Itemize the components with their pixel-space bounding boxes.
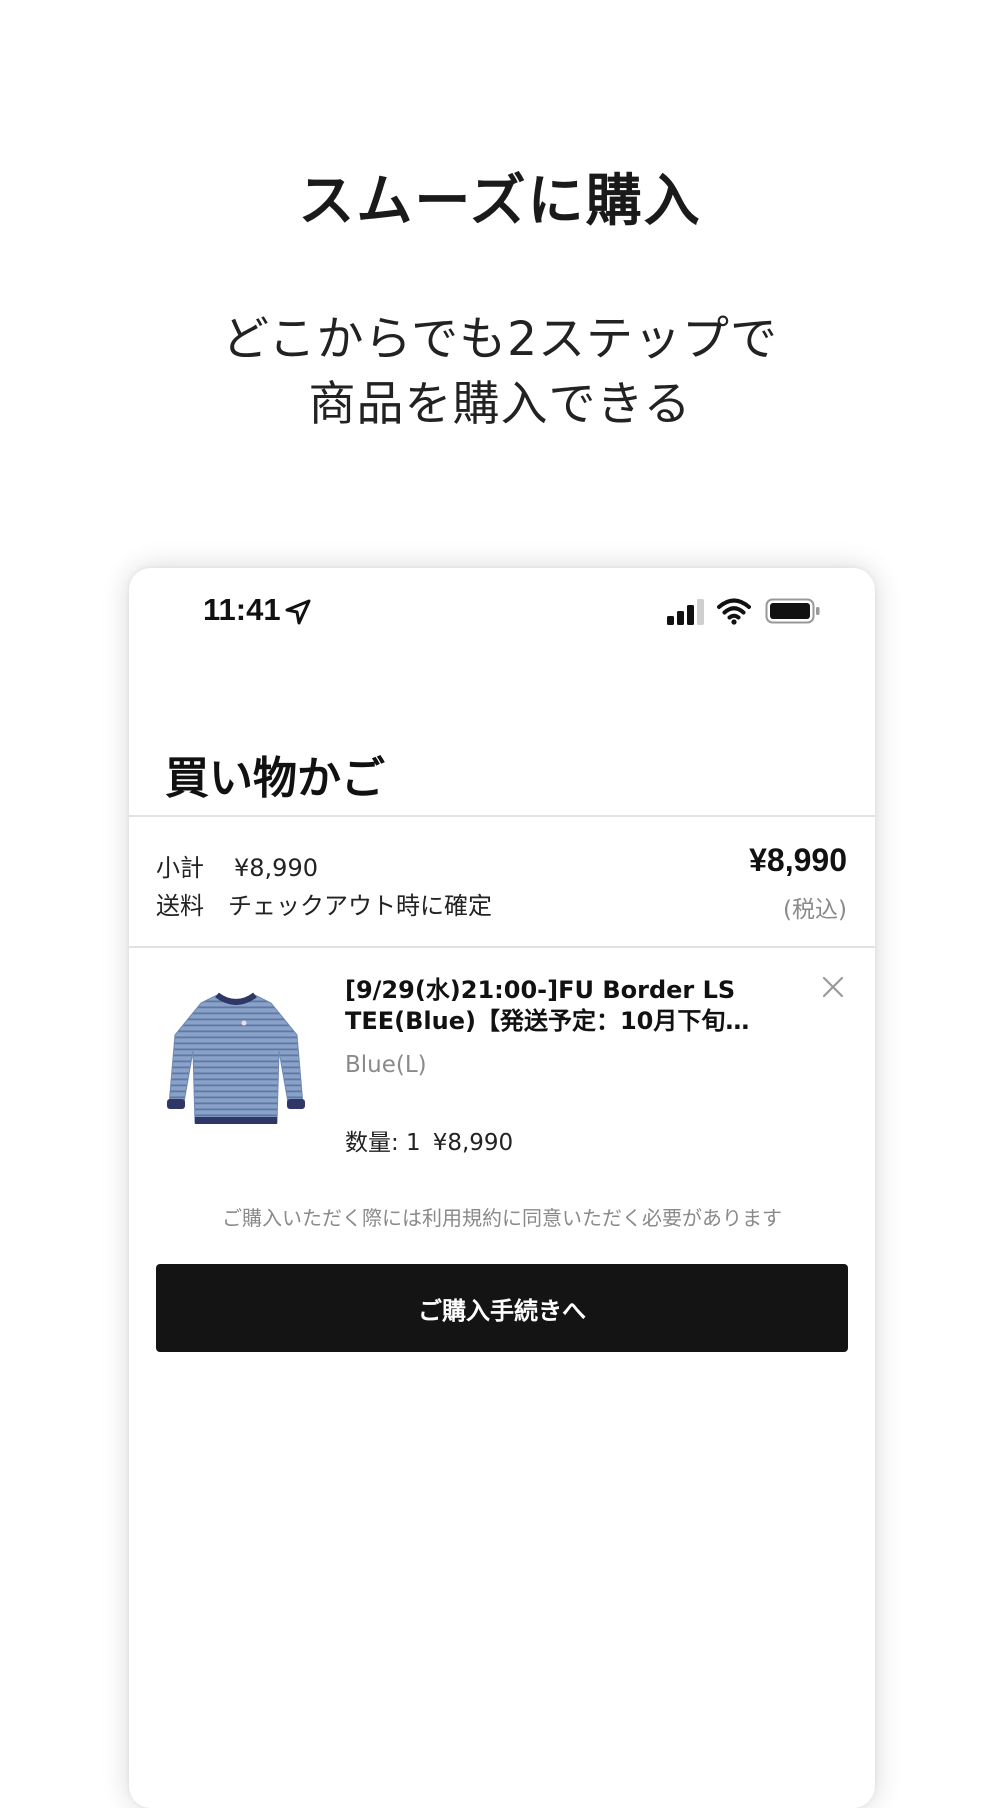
- location-arrow-icon: [285, 599, 311, 625]
- tax-note: (税込): [783, 897, 847, 923]
- shipping-label: 送料: [156, 892, 204, 920]
- striped-long-sleeve-shirt-icon[interactable]: [151, 985, 321, 1135]
- cart-total: ¥8,990: [749, 842, 847, 878]
- shipping-value: チェックアウト時に確定: [228, 892, 492, 920]
- product-quantity: 数量: 1: [345, 1130, 421, 1156]
- status-bar: 11:41: [129, 568, 875, 648]
- close-icon[interactable]: [822, 976, 844, 998]
- product-name-line-1: [9/29(水)21:00-]FU Border LS: [345, 976, 736, 1004]
- cellular-signal-icon: [667, 599, 704, 625]
- checkout-button-label: ご購入手続きへ: [418, 1296, 586, 1325]
- header-divider: [129, 815, 875, 817]
- status-time: 11:41: [203, 592, 281, 627]
- product-quantity-price: 数量: 1 ¥8,990: [345, 1123, 513, 1157]
- product-variant: Blue(L): [345, 1052, 427, 1078]
- subtotal-value: ¥8,990: [234, 854, 318, 882]
- product-name[interactable]: [9/29(水)21:00-]FU Border LS TEE(Blue)【発送…: [345, 975, 785, 1037]
- promo-subtitle-line-1: どこからでも2ステップで: [221, 312, 779, 367]
- shipping-row: 送料 チェックアウト時に確定: [156, 886, 492, 921]
- battery-icon: [765, 598, 820, 624]
- checkout-button[interactable]: ご購入手続きへ: [156, 1264, 848, 1352]
- summary-divider: [129, 946, 875, 948]
- promo-subtitle-line-2: 商品を購入できる: [308, 377, 692, 432]
- phone-mockup: 11:41 買い物かご 小計 ¥8,990 送料 チェックアウト時に確定 ¥8,99…: [129, 568, 875, 1808]
- wifi-icon: [717, 598, 751, 625]
- promo-title: スムーズに購入: [298, 169, 702, 234]
- subtotal-row: 小計 ¥8,990: [156, 848, 318, 883]
- product-name-line-2: TEE(Blue)【発送予定：10月下旬…: [345, 1007, 750, 1035]
- product-price: ¥8,990: [432, 1130, 514, 1156]
- cart-title: 買い物かご: [165, 753, 385, 804]
- terms-note: ご購入いただく際には利用規約に同意いただく必要があります: [222, 1206, 782, 1230]
- subtotal-label: 小計: [156, 854, 204, 882]
